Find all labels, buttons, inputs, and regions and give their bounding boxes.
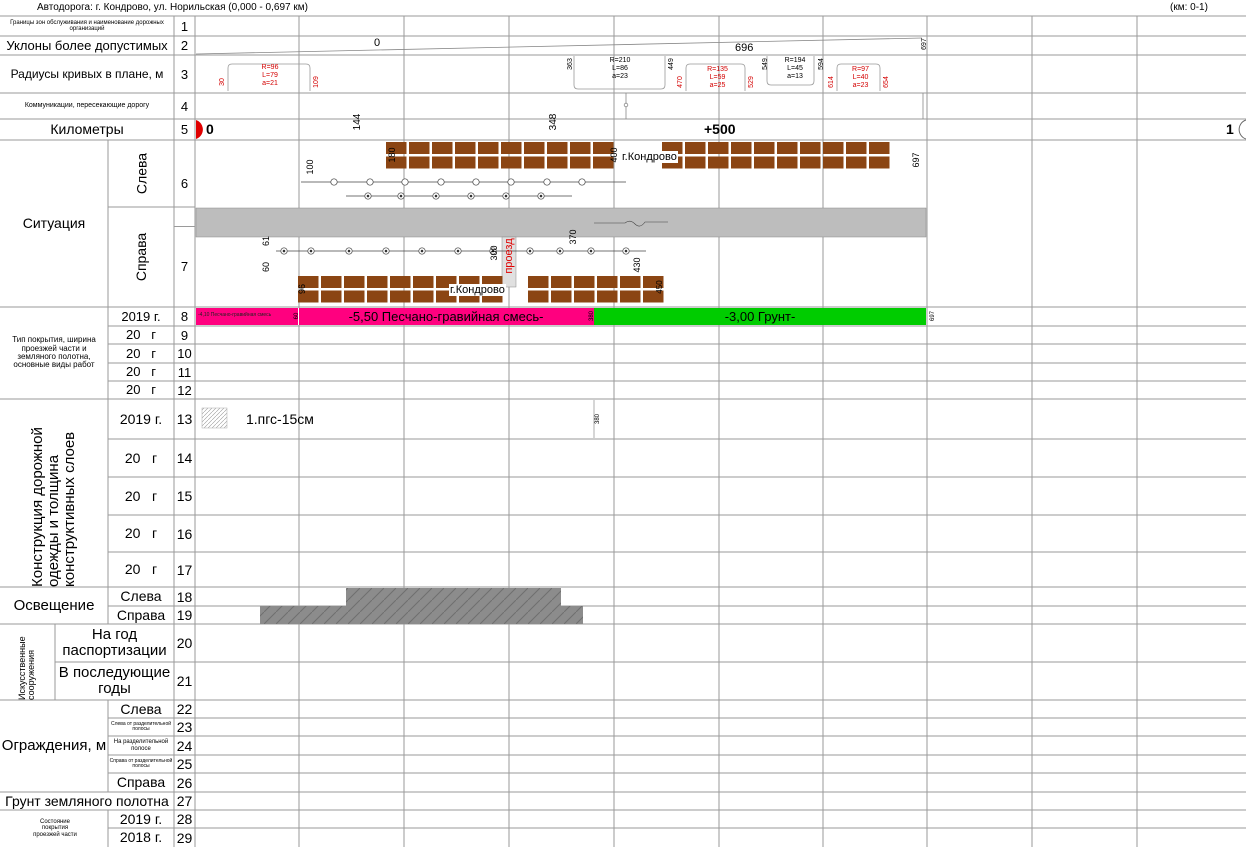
lighting-bars (260, 588, 583, 624)
road-passport-diagram: Автодорога: г. Кондрово, ул. Норильская … (0, 0, 1246, 847)
lighting-left-bar (346, 588, 561, 606)
lighting-right-bar (260, 606, 583, 624)
